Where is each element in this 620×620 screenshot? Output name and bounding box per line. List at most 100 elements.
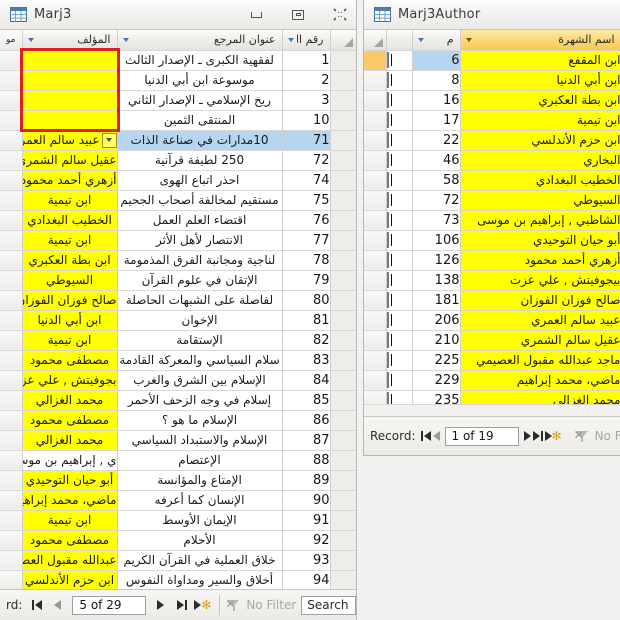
table-row[interactable]: محمد الغزالي الإسلام والاستبداد السياسي 87: [0, 430, 356, 451]
cell-m[interactable]: 229: [412, 370, 461, 391]
plus-icon[interactable]: [386, 192, 389, 208]
cell-title[interactable]: سلام السياسي والمعركة القادمة: [117, 350, 283, 371]
cell-refno[interactable]: 76: [282, 210, 331, 231]
cell-m[interactable]: 8: [412, 70, 461, 91]
table-row[interactable]: 206 عبيد سالم العمري: [364, 310, 620, 331]
expand-subdatasheet-cell[interactable]: [386, 130, 413, 151]
chevron-down-icon[interactable]: [464, 34, 475, 45]
filter-status[interactable]: ✕ No Filter: [225, 598, 296, 613]
table-row[interactable]: عقيل سالم الشمري 250 لطيفة قرآنية 72: [0, 150, 356, 171]
expand-subdatasheet-cell[interactable]: [386, 330, 413, 351]
chevron-down-icon[interactable]: [26, 34, 37, 45]
last-record-icon[interactable]: [172, 596, 191, 615]
cell-m[interactable]: 138: [412, 270, 461, 291]
row-selector[interactable]: [0, 490, 23, 511]
cell-title[interactable]: الإمتاع والمؤانسة: [117, 470, 283, 491]
expand-subdatasheet-cell[interactable]: [386, 290, 413, 311]
first-record-icon[interactable]: [27, 596, 46, 615]
left-col-header-title[interactable]: عنوان المرجع: [117, 30, 283, 51]
table-row[interactable]: ماضي، محمد إبراهيم الإنسان كما أعرفه 90: [0, 490, 356, 511]
cell-refno[interactable]: 71: [282, 130, 331, 151]
row-selector[interactable]: [0, 530, 23, 551]
cell-author[interactable]: ابن تيمية: [22, 230, 118, 251]
expand-subdatasheet-cell[interactable]: [386, 250, 413, 271]
row-selector[interactable]: [0, 510, 23, 531]
cell-m[interactable]: 206: [412, 310, 461, 331]
cell-refno[interactable]: 90: [282, 490, 331, 511]
cell-title[interactable]: الإسلام والاستبداد السياسي: [117, 430, 283, 451]
row-selector[interactable]: [364, 90, 387, 111]
cell-author[interactable]: صالح فوزان الفوزان: [22, 290, 118, 311]
last-record-icon[interactable]: [532, 427, 543, 446]
left-col-header-author[interactable]: المؤلف: [22, 30, 118, 51]
row-selector[interactable]: [364, 370, 387, 391]
plus-icon[interactable]: [386, 352, 389, 368]
table-row[interactable]: الخطيب البغدادي اقتضاء العلم العمل 76: [0, 210, 356, 231]
row-selector[interactable]: [0, 50, 23, 71]
cell-shuhra[interactable]: البخاري: [460, 150, 620, 171]
table-row[interactable]: أبو حيان التوحيدي الإمتاع والمؤانسة 89: [0, 470, 356, 491]
cell-title[interactable]: الإسلام ما هو ؟: [117, 410, 283, 431]
table-row[interactable]: ابن بطة العكبري لناجية ومجانبة الفرق المذ…: [0, 250, 356, 271]
row-selector[interactable]: [0, 450, 23, 471]
previous-record-icon[interactable]: [432, 427, 440, 446]
plus-icon[interactable]: [386, 232, 389, 248]
cell-title[interactable]: الإسلام بين الشرق والغرب: [117, 370, 283, 391]
cell-refno[interactable]: 77: [282, 230, 331, 251]
cell-shuhra[interactable]: بيجوفيتش , علي عزت: [460, 270, 620, 291]
table-row[interactable]: ابن أبي الدنيا الإخوان 81: [0, 310, 356, 331]
cell-m[interactable]: 16: [412, 90, 461, 111]
cell-title[interactable]: لناجية ومجانبة الفرق المذمومة: [117, 250, 283, 271]
table-row[interactable]: 225 ماجد عبدالله مقبول العصيمي: [364, 350, 620, 371]
cell-title[interactable]: 250 لطيفة قرآنية: [117, 150, 283, 171]
table-row[interactable]: ابن تيمية الإستقامة 82: [0, 330, 356, 351]
cell-refno[interactable]: 89: [282, 470, 331, 491]
right-record-position[interactable]: 1 of 19: [444, 426, 519, 446]
expand-subdatasheet-cell[interactable]: [386, 50, 413, 71]
plus-icon[interactable]: [386, 112, 389, 128]
cell-refno[interactable]: 72: [282, 150, 331, 171]
table-row[interactable]: 22 ابن حزم الأندلسي: [364, 130, 620, 151]
cell-shuhra[interactable]: الخطيب البغدادي: [460, 170, 620, 191]
cell-title[interactable]: لفقهية الكبرى ـ الإصدار الثالث: [117, 50, 283, 71]
expand-subdatasheet-cell[interactable]: [386, 270, 413, 291]
plus-icon[interactable]: [386, 92, 389, 108]
cell-shuhra[interactable]: عبيد سالم العمري: [460, 310, 620, 331]
cell-author[interactable]: ابن تيمية: [22, 190, 118, 211]
cell-title[interactable]: لفاصلة على الشبهات الحاصلة: [117, 290, 283, 311]
row-selector[interactable]: [0, 110, 23, 131]
row-selector[interactable]: [364, 210, 387, 231]
cell-refno[interactable]: 84: [282, 370, 331, 391]
cell-author[interactable]: [22, 90, 118, 111]
cell-refno[interactable]: 81: [282, 310, 331, 331]
cell-author[interactable]: ابن تيمية: [22, 510, 118, 531]
left-col-header-refno[interactable]: رقم المرجع: [282, 30, 331, 51]
cell-title[interactable]: الإستقامة: [117, 330, 283, 351]
plus-icon[interactable]: [386, 312, 389, 328]
cell-author[interactable]: ابن تيمية: [22, 330, 118, 351]
expand-subdatasheet-cell[interactable]: [386, 70, 413, 91]
cell-shuhra[interactable]: ابن بطة العكبري: [460, 90, 620, 111]
row-selector[interactable]: [0, 170, 23, 191]
row-selector[interactable]: [0, 70, 23, 91]
plus-icon[interactable]: [386, 372, 389, 388]
row-selector[interactable]: [364, 290, 387, 311]
cell-title[interactable]: مستقيم لمخالفة أصحاب الجحيم: [117, 190, 283, 211]
table-row[interactable]: 17 ابن تيمية: [364, 110, 620, 131]
cell-title[interactable]: الإعتصام: [117, 450, 283, 471]
cell-author[interactable]: أبو حيان التوحيدي: [22, 470, 118, 491]
table-row[interactable]: 6 ابن المقفع: [364, 50, 620, 71]
cell-m[interactable]: 126: [412, 250, 461, 271]
cell-m[interactable]: 106: [412, 230, 461, 251]
cell-m[interactable]: 46: [412, 150, 461, 171]
cell-refno[interactable]: 88: [282, 450, 331, 471]
cell-author[interactable]: السيوطي: [22, 270, 118, 291]
cell-author[interactable]: [22, 110, 118, 131]
cell-m[interactable]: 73: [412, 210, 461, 231]
cell-shuhra[interactable]: ابن تيمية: [460, 110, 620, 131]
cell-author[interactable]: أزهري أحمد محمود: [22, 170, 118, 191]
row-selector[interactable]: [0, 130, 23, 151]
chevron-down-icon[interactable]: [416, 34, 427, 45]
chevron-down-icon[interactable]: [286, 34, 297, 45]
cell-refno[interactable]: 83: [282, 350, 331, 371]
